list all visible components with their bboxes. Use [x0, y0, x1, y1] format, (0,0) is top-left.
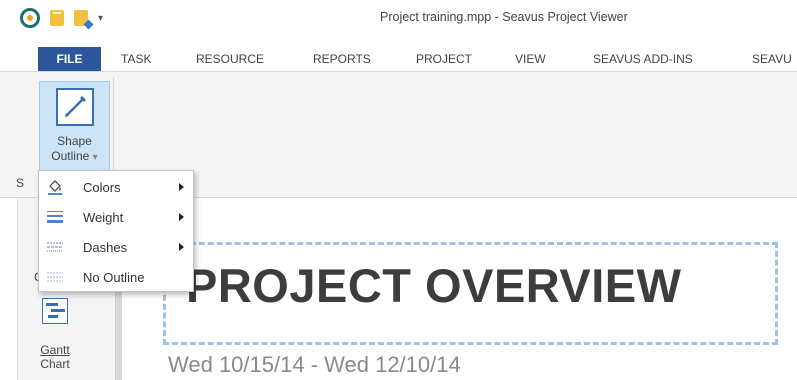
window-title: Project training.mpp - Seavus Project Vi… [380, 10, 628, 24]
title-bar: ▾ Project training.mpp - Seavus Project … [0, 0, 797, 36]
gantt-bar [51, 309, 65, 312]
submenu-arrow-icon [179, 243, 184, 251]
tab-project[interactable]: PROJECT [416, 47, 472, 71]
ribbon-tab-row: FILE TASK RESOURCE REPORTS PROJECT VIEW … [0, 47, 797, 71]
gantt-chart-label[interactable]: Gantt Chart [30, 343, 80, 371]
submenu-arrow-icon [179, 183, 184, 191]
submenu-arrow-icon [179, 213, 184, 221]
menu-item-colors[interactable]: Colors [39, 173, 193, 201]
report-title[interactable]: PROJECT OVERVIEW [186, 258, 682, 313]
tab-seavus[interactable]: SEAVU [752, 47, 792, 71]
tab-file[interactable]: FILE [38, 47, 101, 71]
menu-item-dashes[interactable]: Dashes [39, 233, 193, 261]
gantt-label-line2: Chart [40, 357, 70, 371]
shape-outline-button[interactable]: Shape Outline ▾ [39, 81, 110, 175]
gantt-label-line1: Gantt [40, 343, 70, 357]
tab-view[interactable]: VIEW [515, 47, 546, 71]
menu-item-label: Colors [83, 180, 121, 195]
tab-reports[interactable]: REPORTS [313, 47, 371, 71]
left-strip [0, 198, 18, 380]
gantt-chart-icon[interactable] [42, 298, 68, 324]
shape-outline-label-text: Outline [51, 149, 90, 163]
menu-item-weight[interactable]: Weight [39, 203, 193, 231]
quick-access-toolbar: ▾ [20, 8, 103, 28]
shape-outline-label-line2: Outline ▾ [40, 149, 109, 165]
report-dates: Wed 10/15/14 - Wed 12/10/14 [168, 352, 461, 377]
shape-outline-label: Shape Outline ▾ [40, 134, 109, 165]
paint-bucket-icon [47, 179, 63, 195]
dashes-icon [47, 239, 63, 255]
ribbon-group-label: S [16, 176, 25, 190]
open-folder-icon[interactable] [50, 10, 64, 26]
menu-item-label: Dashes [83, 240, 128, 255]
gantt-bar [48, 315, 58, 318]
menu-item-no-outline[interactable]: No Outline [39, 263, 193, 291]
tab-resource[interactable]: RESOURCE [196, 47, 264, 71]
menu-item-label: Weight [83, 210, 124, 225]
chevron-down-icon: ▾ [92, 152, 98, 163]
no-outline-icon [47, 269, 63, 285]
gantt-bar [46, 303, 58, 306]
customize-toolbar-button[interactable]: ▾ [98, 13, 103, 24]
tab-seavus-add-ins[interactable]: SEAVUS ADD-INS [593, 47, 693, 71]
shape-outline-icon [56, 88, 94, 126]
tab-task[interactable]: TASK [121, 47, 151, 71]
menu-item-label: No Outline [83, 270, 145, 285]
line-weight-icon [47, 209, 63, 225]
app-logo-icon[interactable] [20, 8, 40, 28]
shape-outline-menu: Colors Weight Dashes No Outline [38, 170, 194, 292]
open-recent-icon[interactable] [74, 10, 88, 26]
shape-outline-label-line1: Shape [57, 134, 92, 148]
